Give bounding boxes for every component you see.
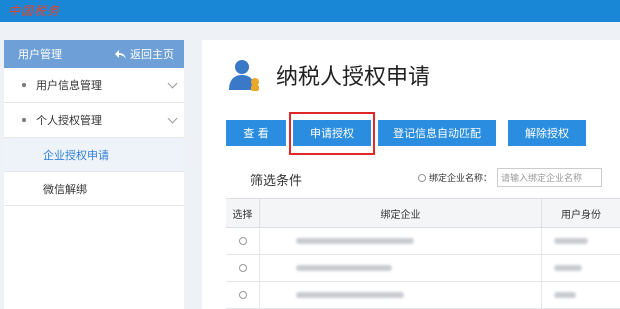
auto-match-button[interactable]: 登记信息自动匹配 [378, 120, 496, 146]
row-radio[interactable] [238, 264, 247, 272]
redacted-text [296, 265, 392, 271]
sidebar-item-user-info[interactable]: 用户信息管理 [4, 68, 184, 103]
table-row[interactable] [226, 282, 620, 309]
sidebar-item-label: 用户信息管理 [36, 79, 102, 92]
sidebar-item-personal-auth[interactable]: 个人授权管理 [4, 103, 184, 138]
redacted-text [554, 238, 588, 244]
page-title: 纳税人授权申请 [276, 65, 431, 90]
top-bar: 中国税务 [0, 0, 620, 22]
redacted-text [296, 292, 404, 298]
highlight-box [289, 112, 375, 155]
redacted-text [554, 265, 582, 271]
sidebar-item-label: 个人授权管理 [36, 114, 102, 127]
title-row: 纳税人授权申请 [228, 58, 430, 92]
back-arrow-icon [115, 49, 126, 59]
view-button[interactable]: 查 看 [226, 120, 286, 146]
bullet-icon [22, 83, 26, 87]
back-home-label: 返回主页 [130, 48, 174, 61]
filter-radio[interactable] [418, 173, 426, 182]
bullet-icon [22, 118, 26, 122]
row-radio[interactable] [238, 237, 247, 245]
sidebar-header: 用户管理 返回主页 [4, 40, 184, 68]
revoke-auth-button[interactable]: 解除授权 [508, 120, 586, 146]
back-home-link[interactable]: 返回主页 [115, 46, 174, 62]
chevron-down-icon [167, 113, 178, 123]
site-logo: 中国税务 [8, 4, 61, 18]
user-auth-icon [229, 60, 259, 91]
sidebar: 用户管理 返回主页 用户信息管理 个人授权管理 企业授权申请 微信解绑 [4, 40, 184, 309]
sidebar-subitem-enterprise-auth[interactable]: 企业授权申请 [4, 138, 184, 172]
filter-row: 绑定企业名称： 请输入绑定企业名称 [418, 168, 603, 187]
sidebar-subitem-wechat-unbind[interactable]: 微信解绑 [4, 172, 184, 206]
col-identity: 用户身份 [561, 209, 601, 221]
auth-table: 选择 绑定企业 用户身份 [226, 198, 620, 309]
redacted-text [296, 238, 414, 244]
col-select: 选择 [226, 199, 260, 227]
table-row[interactable] [226, 255, 620, 282]
table-row[interactable] [226, 228, 620, 255]
sidebar-title: 用户管理 [18, 48, 62, 61]
redacted-text [554, 292, 576, 298]
filter-label: 筛选条件 [250, 174, 303, 189]
table-header: 选择 绑定企业 用户身份 [226, 198, 620, 228]
filter-field-label: 绑定企业名称： [429, 174, 493, 184]
col-enterprise: 绑定企业 [260, 199, 542, 227]
main-panel: 纳税人授权申请 查 看 申请授权 登记信息自动匹配 解除授权 筛选条件 绑定企业… [202, 40, 620, 309]
chevron-down-icon [167, 78, 178, 88]
enterprise-name-input[interactable]: 请输入绑定企业名称 [497, 168, 603, 187]
row-radio[interactable] [238, 291, 247, 299]
